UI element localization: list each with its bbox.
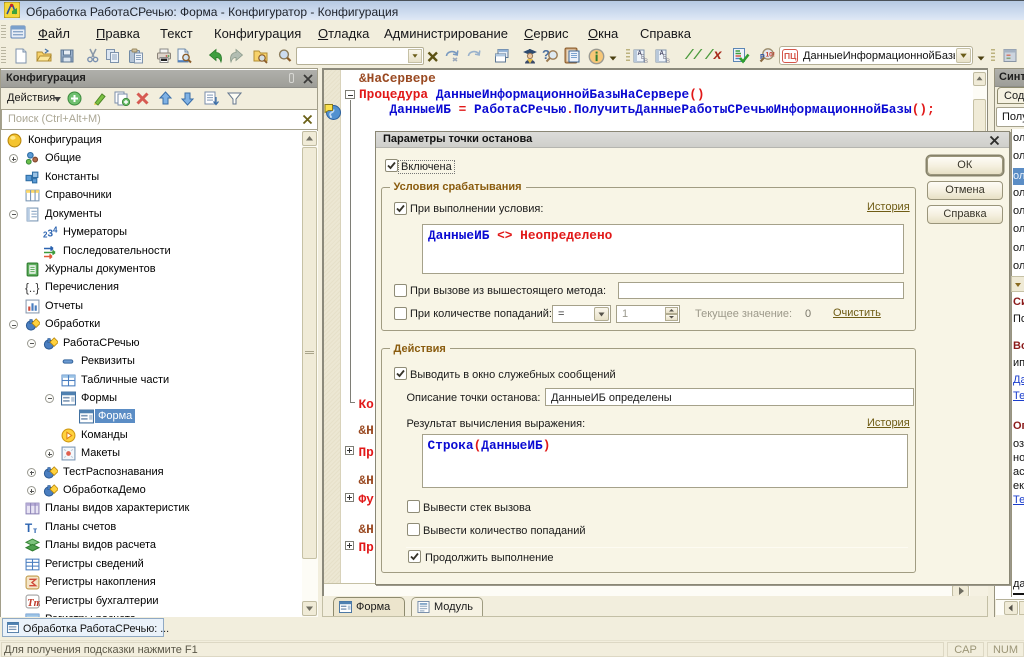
svg-text:Т: Т (25, 522, 33, 535)
svg-text:10!: 10! (766, 52, 775, 59)
svg-text:{..}: {..} (25, 282, 39, 295)
svg-text:т: т (33, 525, 37, 535)
svg-text:В: В (644, 59, 648, 64)
svg-text:В: В (666, 59, 670, 64)
svg-text:4: 4 (53, 226, 58, 235)
svg-text:Tт: Tт (27, 596, 40, 608)
